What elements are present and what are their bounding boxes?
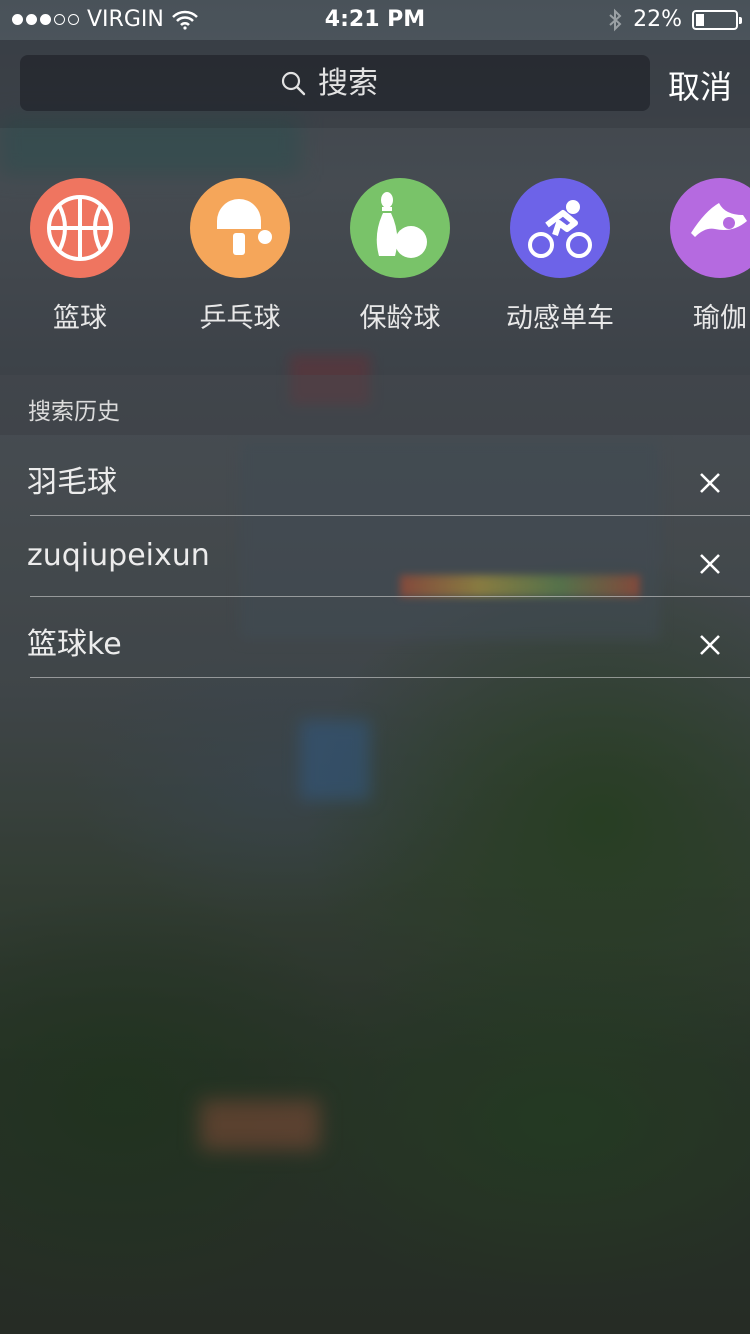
category-yoga[interactable]: 瑜伽 xyxy=(640,178,750,335)
close-icon[interactable] xyxy=(698,552,722,576)
category-basketball[interactable]: 篮球 xyxy=(0,178,160,335)
cycling-icon xyxy=(510,178,610,278)
category-label: 篮球 xyxy=(53,303,107,334)
category-ping-pong[interactable]: 乒乓球 xyxy=(160,178,320,335)
cancel-button[interactable]: 取消 xyxy=(668,62,732,108)
divider xyxy=(30,677,750,678)
category-label: 乒乓球 xyxy=(199,303,281,334)
search-bar[interactable] xyxy=(20,55,650,111)
ping-pong-icon xyxy=(190,178,290,278)
search-header: 取消 xyxy=(0,40,750,128)
search-icon xyxy=(281,71,306,96)
close-icon[interactable] xyxy=(698,633,722,657)
history-item-text: 羽毛球 xyxy=(27,465,117,500)
category-bowling[interactable]: 保龄球 xyxy=(320,178,480,335)
history-item[interactable]: 篮球ke xyxy=(0,597,750,678)
history-item-text: 篮球ke xyxy=(27,627,122,662)
close-icon[interactable] xyxy=(698,471,722,495)
category-label: 保龄球 xyxy=(359,303,441,334)
search-input[interactable] xyxy=(318,65,390,101)
sport-categories: 篮球 乒乓球 保龄球 动感单车 瑜伽 xyxy=(0,128,750,375)
category-label: 瑜伽 xyxy=(693,303,747,334)
bluetooth-icon xyxy=(609,8,622,31)
search-history-header: 搜索历史 xyxy=(0,375,750,435)
history-item[interactable]: zuqiupeixun xyxy=(0,516,750,597)
bowling-icon xyxy=(350,178,450,278)
category-cycling[interactable]: 动感单车 xyxy=(480,178,640,335)
search-history-title: 搜索历史 xyxy=(28,399,120,425)
yoga-icon xyxy=(670,178,750,278)
battery-icon xyxy=(692,9,742,30)
history-item-text: zuqiupeixun xyxy=(27,538,210,573)
basketball-icon xyxy=(30,178,130,278)
status-bar: VIRGIN 4:21 PM 22% xyxy=(0,0,750,40)
history-item[interactable]: 羽毛球 xyxy=(0,435,750,516)
battery-percent: 22% xyxy=(633,7,682,32)
category-label: 动感单车 xyxy=(506,303,614,334)
